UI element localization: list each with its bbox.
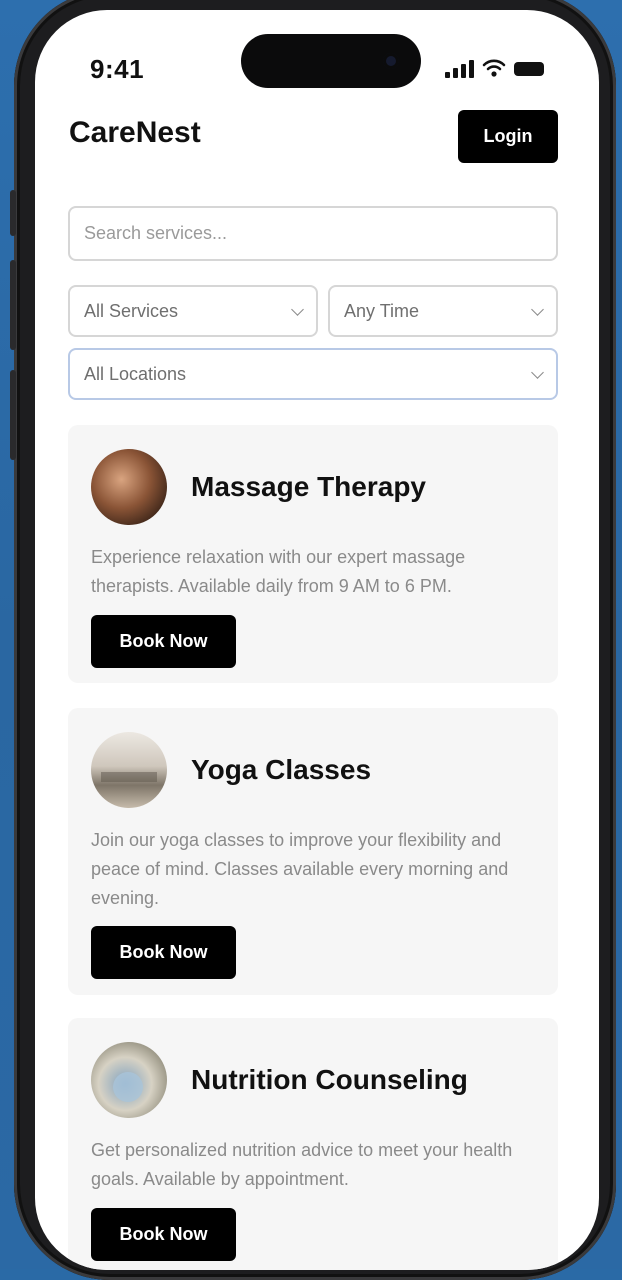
- status-time: 9:41: [90, 54, 145, 84]
- app-title: CareNest: [69, 116, 201, 149]
- app-header: CareNest Login: [35, 110, 599, 170]
- yoga-image: [91, 732, 167, 808]
- locations-filter-value: All Locations: [84, 363, 187, 384]
- chevron-down-icon: [531, 365, 544, 379]
- book-now-button[interactable]: Book Now: [91, 615, 236, 668]
- camera-icon: [383, 53, 399, 69]
- service-description: Get personalized nutrition advice to mee…: [91, 1140, 513, 1189]
- search-input[interactable]: [68, 206, 558, 261]
- side-button: [10, 190, 16, 236]
- service-card-massage: Massage Therapy Experience relaxation wi…: [68, 425, 558, 683]
- nutrition-image: [91, 1042, 167, 1118]
- chevron-down-icon: [291, 302, 304, 316]
- time-filter-select[interactable]: Any Time: [328, 285, 558, 337]
- services-filter-value: All Services: [84, 300, 179, 321]
- service-card-yoga: Yoga Classes Join our yoga classes to im…: [68, 708, 558, 995]
- service-title: Nutrition Counseling: [191, 1064, 468, 1095]
- book-now-button[interactable]: Book Now: [91, 1208, 236, 1261]
- service-description: Experience relaxation with our expert ma…: [91, 547, 466, 596]
- service-title: Yoga Classes: [191, 754, 372, 785]
- side-button: [10, 260, 16, 350]
- wifi-icon: [482, 59, 506, 77]
- time-filter-value: Any Time: [344, 300, 420, 321]
- service-title: Massage Therapy: [191, 471, 426, 502]
- status-icons: [445, 58, 544, 78]
- services-filter-select[interactable]: All Services: [68, 285, 318, 337]
- dynamic-island: [241, 34, 421, 88]
- battery-icon: [514, 62, 544, 76]
- login-button[interactable]: Login: [458, 110, 558, 163]
- service-description: Join our yoga classes to improve your fl…: [91, 830, 509, 908]
- locations-filter-select[interactable]: All Locations: [68, 348, 558, 400]
- service-card-nutrition: Nutrition Counseling Get personalized nu…: [68, 1018, 558, 1270]
- massage-image: [91, 449, 167, 525]
- phone-screen: 9:41 CareNest Login All Services Any Tim…: [35, 10, 599, 1270]
- side-button: [10, 370, 16, 460]
- signal-icon: [445, 58, 474, 78]
- chevron-down-icon: [531, 302, 544, 316]
- book-now-button[interactable]: Book Now: [91, 926, 236, 979]
